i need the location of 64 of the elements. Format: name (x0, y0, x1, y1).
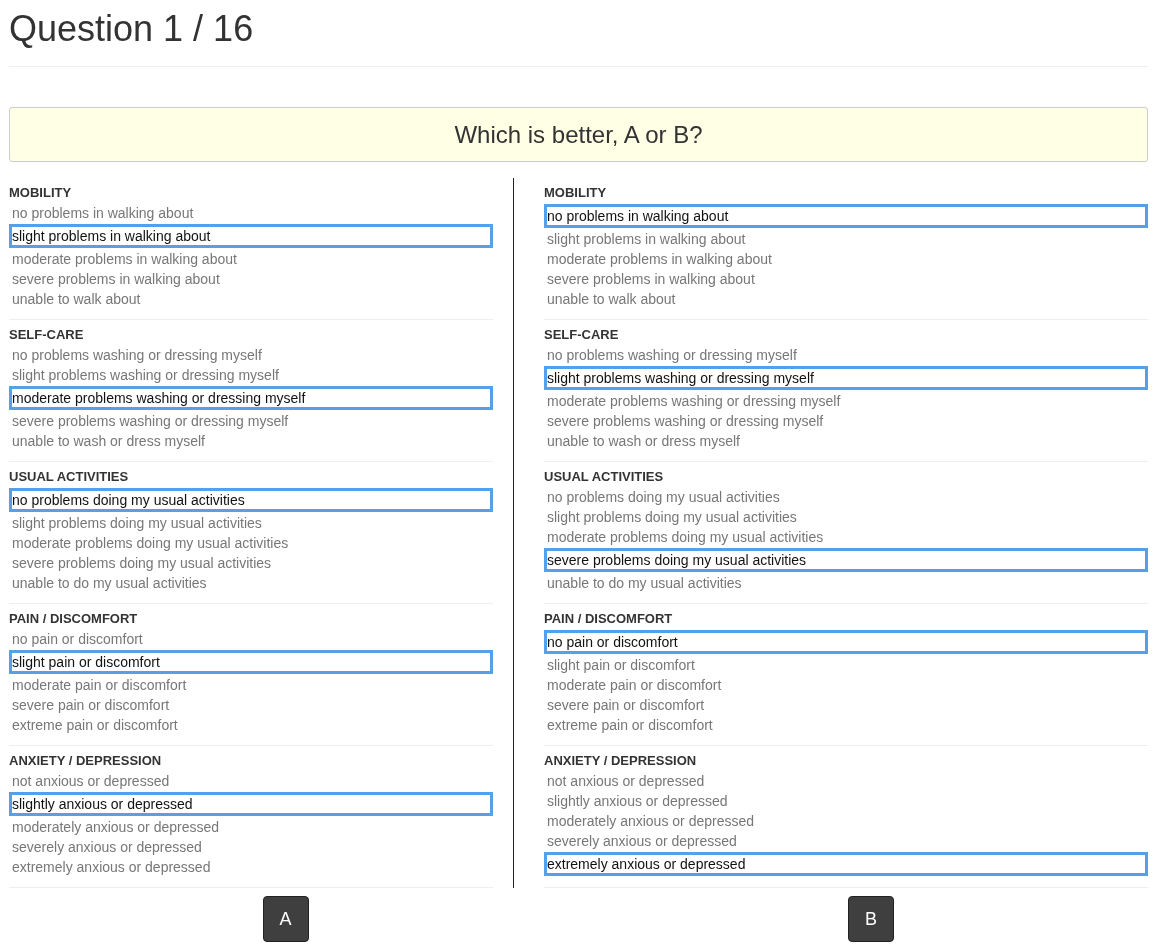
option-text: slightly anxious or depressed (546, 792, 729, 811)
option-text: no problems washing or dressing myself (11, 346, 263, 365)
dimension-heading: USUAL ACTIVITIES (9, 468, 129, 486)
option-text: moderate problems in walking about (546, 250, 773, 269)
dimension-heading: PAIN / DISCOMFORT (9, 610, 138, 628)
option-text: unable to walk about (11, 290, 142, 309)
choice-button[interactable]: B (848, 896, 894, 942)
option-text: moderate pain or discomfort (546, 676, 723, 695)
selected-option: severe problems doing my usual activities (544, 548, 1148, 572)
option-text: unable to do my usual activities (546, 574, 743, 593)
option-text: severely anxious or depressed (546, 832, 738, 851)
option-text: extreme pain or discomfort (546, 716, 714, 735)
selected-option: no pain or discomfort (544, 630, 1148, 654)
question-title: Question 1 / 16 (9, 7, 254, 49)
choice-button[interactable]: A (262, 896, 309, 942)
option-text: slight pain or discomfort (546, 656, 696, 675)
option-text: no pain or discomfort (11, 630, 144, 649)
dimension-heading: ANXIETY / DEPRESSION (544, 752, 697, 770)
option-text: slight problems doing my usual activities (546, 508, 798, 527)
dimension-heading: PAIN / DISCOMFORT (544, 610, 673, 628)
option-text: moderate problems washing or dressing myself (546, 392, 842, 411)
option-text: unable to do my usual activities (11, 574, 208, 593)
selected-option: extremely anxious or depressed (544, 852, 1148, 876)
option-text: slight problems in walking about (546, 230, 747, 249)
dimension-heading: MOBILITY (9, 184, 72, 202)
option-text: severe pain or discomfort (11, 696, 171, 715)
option-text: severe problems doing my usual activities (11, 554, 273, 573)
option-text: not anxious or depressed (11, 772, 171, 791)
option-text: unable to walk about (546, 290, 677, 309)
option-text: moderate problems doing my usual activities (11, 534, 290, 553)
option-text: severe problems washing or dressing myself (546, 412, 825, 431)
option-text: severe problems in walking about (11, 270, 221, 289)
dimension-heading: MOBILITY (544, 184, 607, 202)
dimension-heading: SELF-CARE (9, 326, 84, 344)
dimension-heading: ANXIETY / DEPRESSION (9, 752, 162, 770)
option-text: severe problems washing or dressing myself (11, 412, 290, 431)
option-text: severe problems in walking about (546, 270, 756, 289)
option-text: moderate pain or discomfort (11, 676, 188, 695)
selected-option: no problems in walking about (544, 204, 1148, 228)
option-text: slight problems doing my usual activities (11, 514, 263, 533)
question-prompt: Which is better, A or B? (9, 107, 1148, 162)
option-text: moderate problems in walking about (11, 250, 238, 269)
selected-option: slight pain or discomfort (9, 650, 493, 674)
option-text: no problems doing my usual activities (546, 488, 781, 507)
option-text: slight problems washing or dressing myself (11, 366, 280, 385)
selected-option: no problems doing my usual activities (9, 488, 493, 512)
option-text: unable to wash or dress myself (11, 432, 206, 451)
option-text: extremely anxious or depressed (11, 858, 212, 877)
selected-option: moderate problems washing or dressing myself (9, 386, 493, 410)
dimension-heading: SELF-CARE (544, 326, 619, 344)
option-text: not anxious or depressed (546, 772, 706, 791)
option-text: unable to wash or dress myself (546, 432, 741, 451)
option-text: moderately anxious or depressed (11, 818, 220, 837)
option-text: extreme pain or discomfort (11, 716, 179, 735)
selected-option: slightly anxious or depressed (9, 792, 493, 816)
option-text: no problems washing or dressing myself (546, 346, 798, 365)
selected-option: slight problems washing or dressing myself (544, 366, 1148, 390)
option-text: moderately anxious or depressed (546, 812, 755, 831)
option-text: severe pain or discomfort (546, 696, 706, 715)
option-text: severely anxious or depressed (11, 838, 203, 857)
option-text: moderate problems doing my usual activities (546, 528, 825, 547)
dimension-heading: USUAL ACTIVITIES (544, 468, 664, 486)
selected-option: slight problems in walking about (9, 224, 493, 248)
option-text: no problems in walking about (11, 204, 195, 223)
